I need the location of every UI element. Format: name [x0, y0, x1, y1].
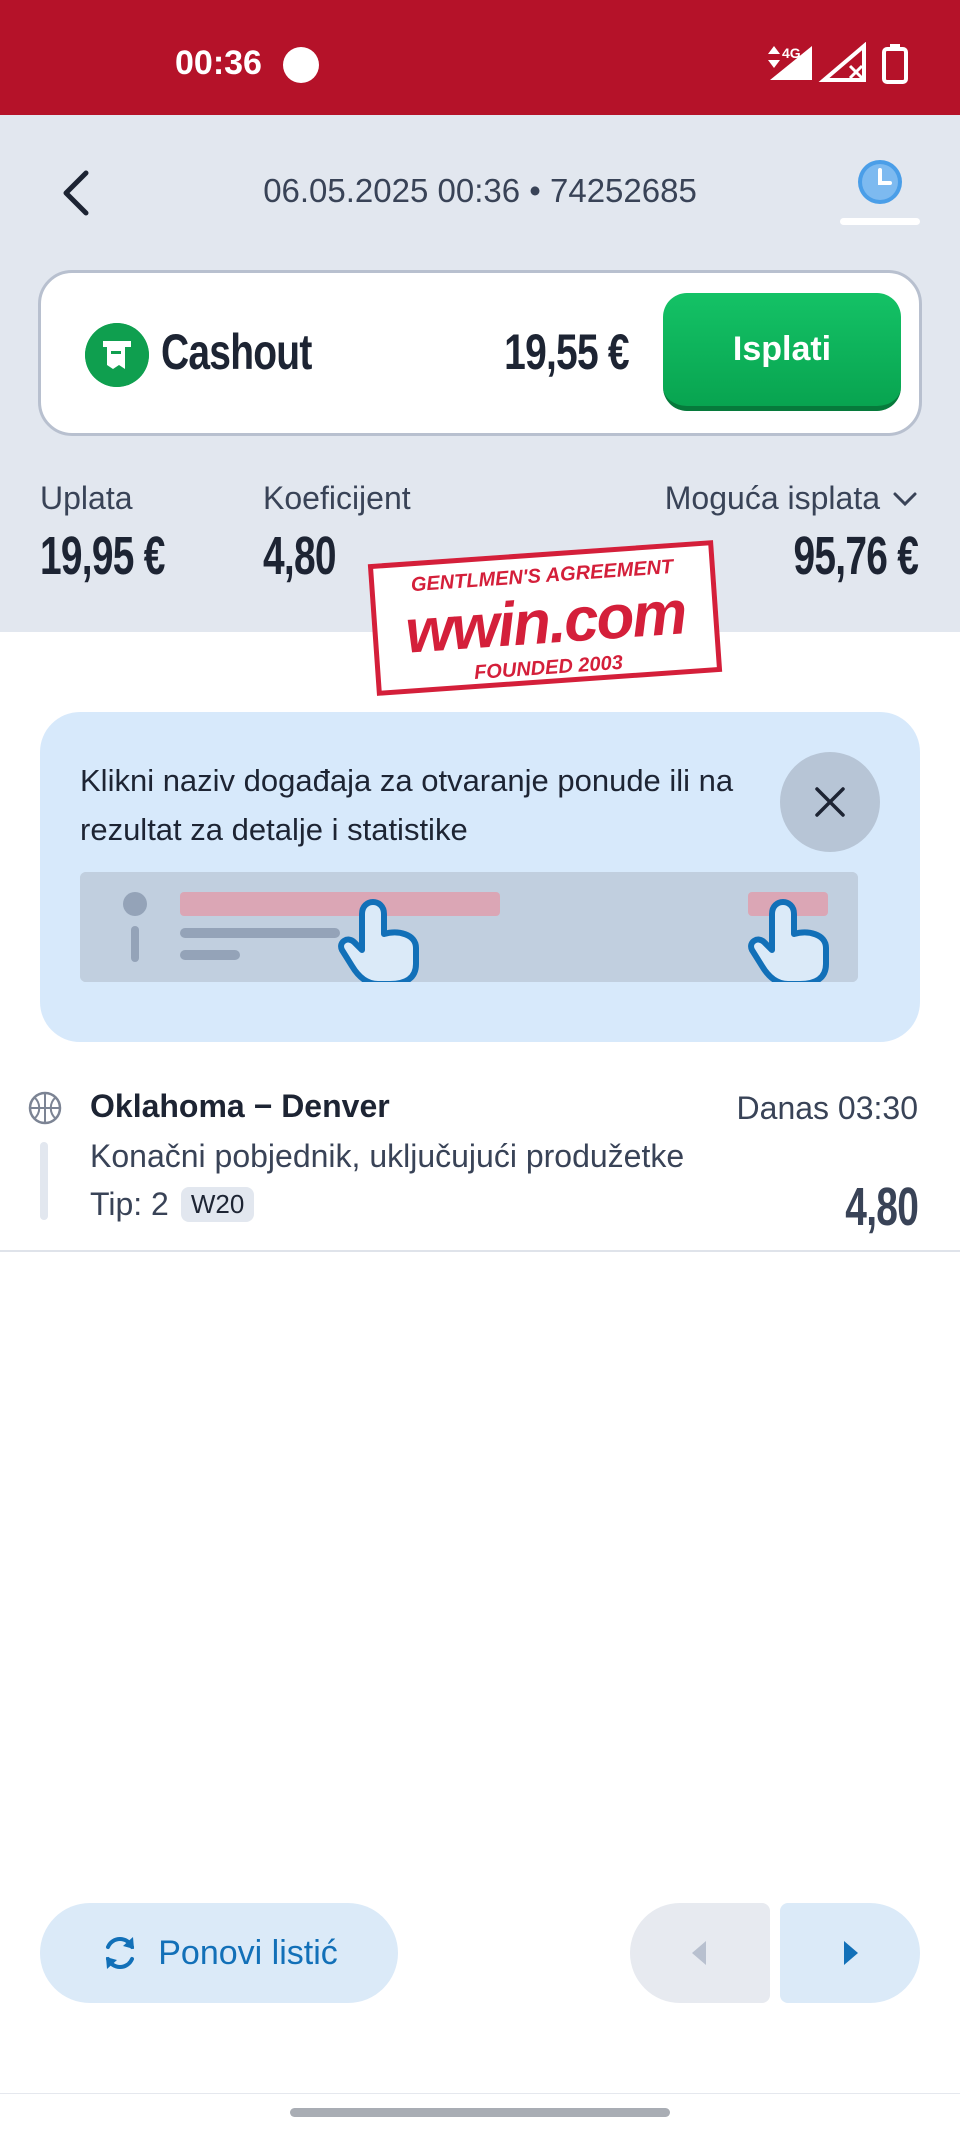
- hint-close-button[interactable]: [780, 752, 880, 852]
- signal-off-icon: [818, 42, 866, 82]
- possible-payout-toggle[interactable]: Moguća isplata: [665, 480, 918, 517]
- event-teams[interactable]: Oklahoma − Denver: [90, 1088, 390, 1125]
- bet-slip-title: 06.05.2025 00:36 • 74252685: [263, 172, 697, 209]
- event-badge: W20: [180, 1187, 255, 1222]
- cashout-ticket-icon: [85, 323, 149, 387]
- odds-label: Koeficijent: [263, 480, 411, 516]
- next-slip-button[interactable]: [780, 1903, 920, 2003]
- event-odd[interactable]: 4,80: [845, 1176, 919, 1238]
- caret-left-icon: [692, 1941, 706, 1965]
- battery-icon: [882, 44, 908, 84]
- hint-illustration: [80, 872, 858, 982]
- basketball-icon: [28, 1091, 62, 1125]
- event-market: Konačni pobjednik, uključujući produžetk…: [90, 1138, 685, 1174]
- cashout-label: Cashout: [161, 324, 312, 380]
- stake-value: 19,95 €: [40, 526, 165, 586]
- divider: [0, 2093, 960, 2094]
- event-time: Danas 03:30: [736, 1090, 918, 1126]
- close-icon: [815, 787, 845, 817]
- odds-value: 4,80: [263, 526, 337, 586]
- back-arrow-icon[interactable]: [50, 165, 106, 221]
- stake-label: Uplata: [40, 480, 133, 516]
- cashout-amount: 19,55 €: [504, 324, 629, 380]
- event-row[interactable]: Oklahoma − Denver Danas 03:30 Konačni po…: [0, 1070, 960, 1252]
- repeat-slip-label: Ponovi listić: [158, 1933, 338, 1972]
- home-indicator[interactable]: [290, 2108, 670, 2117]
- event-tip-label: Tip: 2: [90, 1186, 169, 1222]
- previous-slip-button[interactable]: [630, 1903, 770, 2003]
- network-4g-icon: 4G: [768, 45, 812, 80]
- chevron-down-icon: [893, 492, 917, 506]
- refresh-icon: [106, 1937, 135, 1969]
- hint-text: Klikni naziv događaja za otvaranje ponud…: [80, 763, 734, 847]
- status-icons: 4G: [768, 42, 908, 84]
- event-divider-bar: [40, 1142, 48, 1220]
- wwin-logo-stamp: GENTLMEN'S AGREEMENT wwin.com FOUNDED 20…: [367, 540, 723, 696]
- possible-payout-label: Moguća isplata: [664, 480, 880, 516]
- possible-payout-value: 95,76 €: [793, 526, 918, 586]
- status-bar: 00:36 4G: [0, 0, 960, 115]
- repeat-slip-button[interactable]: Ponovi listić: [40, 1903, 398, 2003]
- caret-right-icon: [844, 1941, 858, 1965]
- event-tip: Tip: 2 W20: [90, 1186, 255, 1223]
- recording-dot-icon: [283, 47, 319, 83]
- clock-tab-indicator: [840, 218, 920, 225]
- status-time: 00:36: [175, 44, 262, 82]
- cashout-payout-button[interactable]: Isplati: [663, 293, 901, 411]
- hint-card: Klikni naziv događaja za otvaranje ponud…: [40, 712, 920, 1042]
- cashout-card: Cashout 19,55 € Isplati: [38, 270, 922, 436]
